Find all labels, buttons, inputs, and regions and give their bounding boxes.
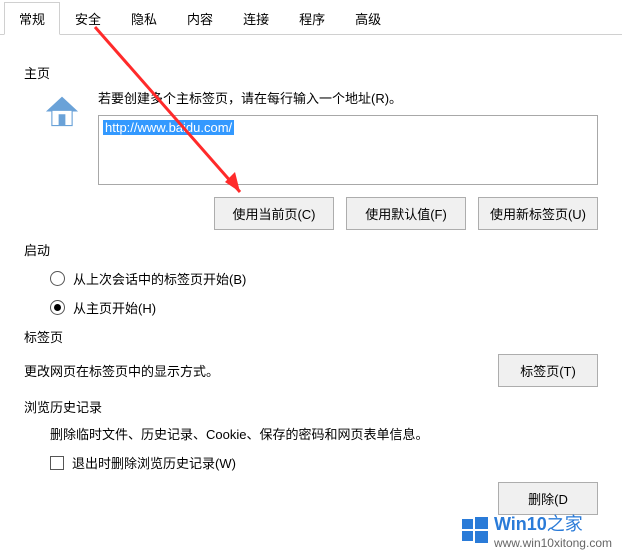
tab-security[interactable]: 安全 [60, 2, 116, 34]
home-icon [44, 94, 80, 130]
startup-home-option[interactable]: 从主页开始(H) [50, 298, 598, 317]
home-url-value: http://www.baidu.com/ [103, 120, 234, 135]
tabs-button[interactable]: 标签页(T) [498, 354, 598, 387]
panel-general: 主页 若要创建多个主标签页，请在每行输入一个地址(R)。 http://www.… [0, 35, 622, 525]
use-newtab-button[interactable]: 使用新标签页(U) [478, 197, 598, 230]
tab-programs[interactable]: 程序 [284, 2, 340, 34]
history-desc: 删除临时文件、历史记录、Cookie、保存的密码和网页表单信息。 [50, 424, 598, 443]
section-history-label: 浏览历史记录 [24, 397, 598, 416]
radio-icon [50, 300, 65, 315]
section-home-label: 主页 [24, 63, 598, 82]
use-default-button[interactable]: 使用默认值(F) [346, 197, 466, 230]
watermark-url: www.win10xitong.com [494, 536, 612, 550]
tabs-desc: 更改网页在标签页中的显示方式。 [24, 361, 219, 380]
tab-connections[interactable]: 连接 [228, 2, 284, 34]
tab-general[interactable]: 常规 [4, 2, 60, 35]
section-startup-label: 启动 [24, 240, 598, 259]
use-current-button[interactable]: 使用当前页(C) [214, 197, 334, 230]
tab-privacy[interactable]: 隐私 [116, 2, 172, 34]
delete-on-exit-option[interactable]: 退出时删除浏览历史记录(W) [50, 453, 598, 472]
delete-history-button[interactable]: 删除(D [498, 482, 598, 515]
radio-icon [50, 271, 65, 286]
section-tabs-label: 标签页 [24, 327, 598, 346]
tab-bar: 常规 安全 隐私 内容 连接 程序 高级 [0, 0, 622, 35]
tab-advanced[interactable]: 高级 [340, 2, 396, 34]
tab-content[interactable]: 内容 [172, 2, 228, 34]
startup-last-session-option[interactable]: 从上次会话中的标签页开始(B) [50, 269, 598, 288]
delete-on-exit-label: 退出时删除浏览历史记录(W) [72, 453, 236, 472]
checkbox-icon [50, 456, 64, 470]
home-hint: 若要创建多个主标签页，请在每行输入一个地址(R)。 [98, 88, 598, 107]
startup-last-session-label: 从上次会话中的标签页开始(B) [73, 269, 246, 288]
startup-home-label: 从主页开始(H) [73, 298, 156, 317]
home-url-input[interactable]: http://www.baidu.com/ [98, 115, 598, 185]
